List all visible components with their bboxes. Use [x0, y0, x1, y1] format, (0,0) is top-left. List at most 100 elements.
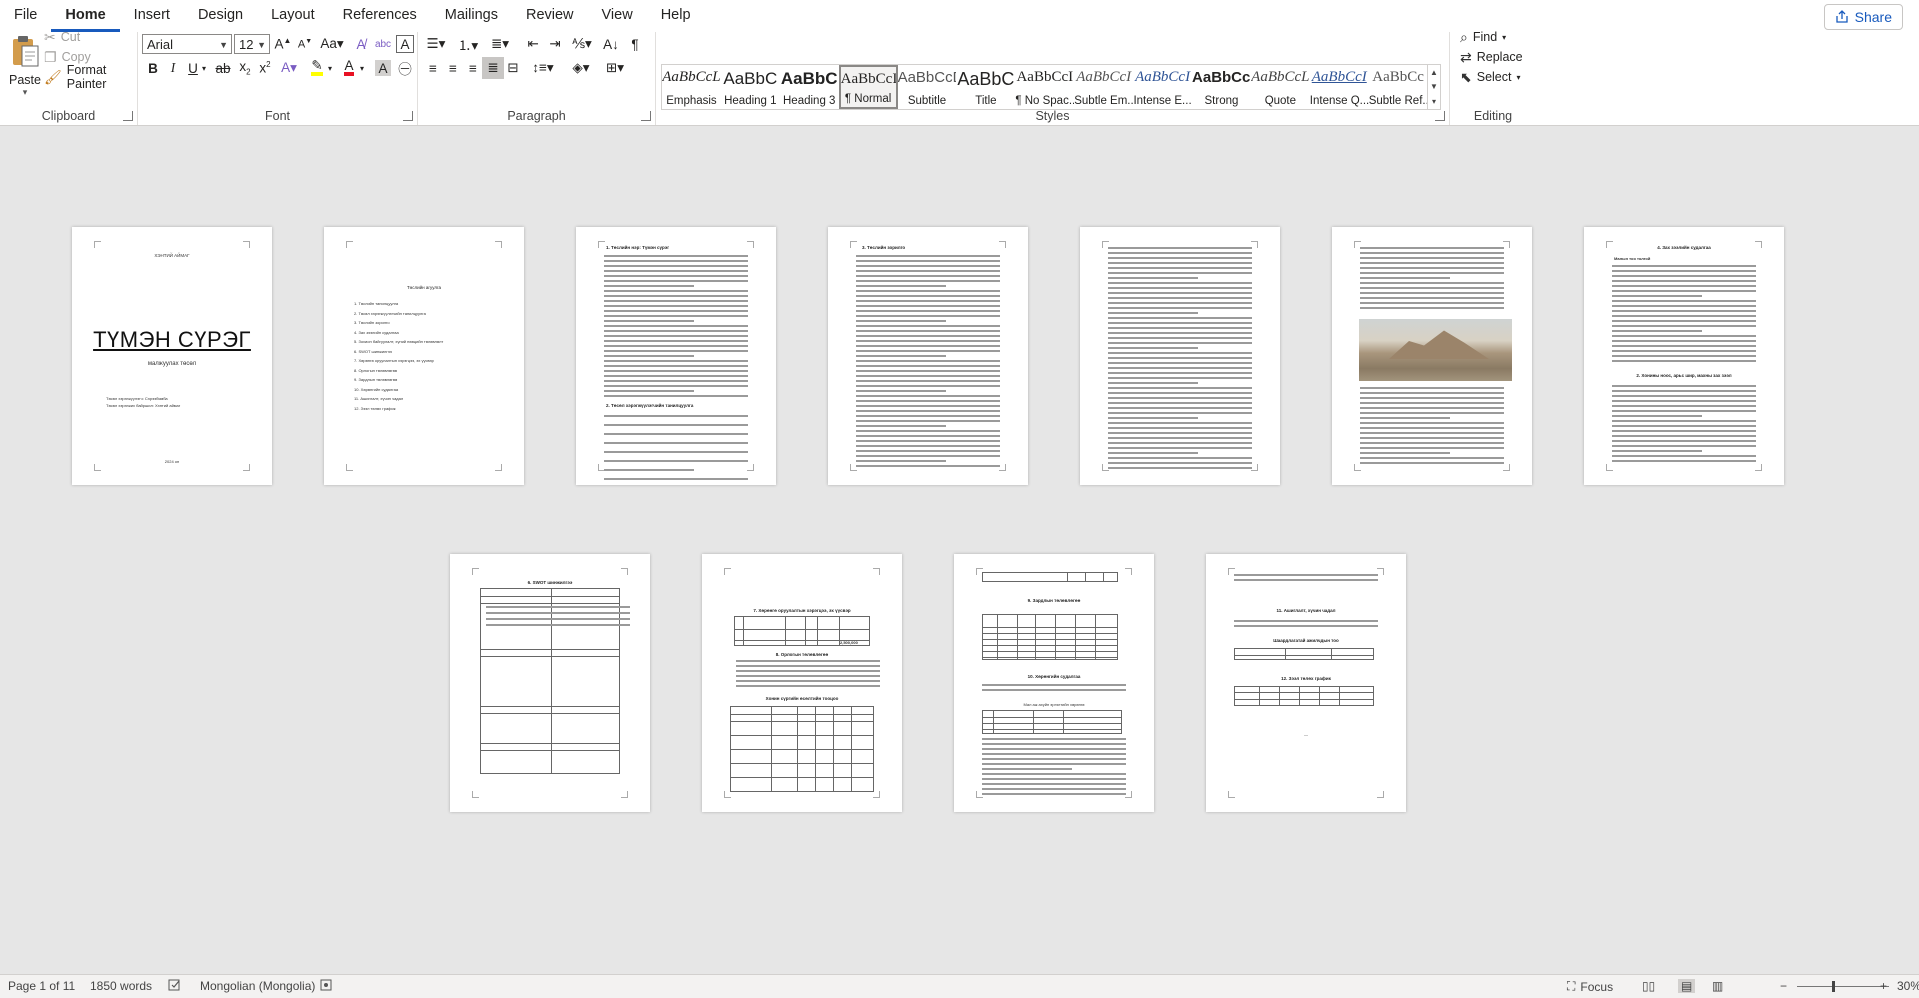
style-item[interactable]: AaBbCcI Subtle Em... — [1074, 65, 1133, 109]
toc-item[interactable]: 2. Төсөл хэрэгжүүлэгчийн танилцуулга — [354, 311, 426, 316]
style-item[interactable]: AaBbCcI Intense E... — [1133, 65, 1192, 109]
tab-mailings[interactable]: Mailings — [431, 0, 512, 32]
select-button[interactable]: ⬉ Select ▾ — [1460, 67, 1521, 87]
tab-layout[interactable]: Layout — [257, 0, 329, 32]
underline-dropdown[interactable]: ▾ — [198, 57, 210, 79]
toc-item[interactable]: 11. Ашиглалт, хүчин чадал — [354, 396, 403, 401]
tab-view[interactable]: View — [588, 0, 647, 32]
change-case-button[interactable]: Aa▾ — [318, 33, 346, 55]
language-indicator[interactable]: Mongolian (Mongolia) — [200, 979, 315, 993]
page-6[interactable] — [1332, 227, 1532, 485]
shrink-font-button[interactable]: A▼ — [294, 33, 316, 55]
numbering-button[interactable]: ⒈▾ — [454, 33, 482, 55]
clear-formatting-button[interactable]: A̸ — [350, 33, 372, 55]
replace-button[interactable]: ⇄ Replace — [1460, 47, 1523, 67]
style-item[interactable]: AaBbC Heading 1 — [721, 65, 780, 109]
grow-font-button[interactable]: A▲ — [272, 33, 294, 55]
paragraph-launcher-icon[interactable] — [641, 111, 651, 121]
tab-review[interactable]: Review — [512, 0, 588, 32]
chevron-down-icon[interactable]: ▼ — [1430, 82, 1438, 91]
italic-button[interactable]: I — [162, 57, 184, 79]
zoom-in-icon[interactable]: + — [1880, 979, 1887, 993]
superscript-button[interactable]: x2 — [254, 57, 276, 79]
toc-item[interactable]: 12. Зээл төлөх график — [354, 406, 395, 411]
distributed-button[interactable]: ⊟ — [502, 57, 524, 79]
more-styles-icon[interactable]: ▾ — [1432, 97, 1436, 106]
format-painter-button[interactable]: 🖌 Format Painter — [44, 63, 137, 91]
toc-item[interactable]: 5. Зохион байгуулалт, хүний нөөцийн төлө… — [354, 339, 443, 344]
toc-item[interactable]: 4. Зах зээлийн судалгаа — [354, 330, 399, 335]
find-button[interactable]: ⌕ Find ▾ — [1460, 27, 1506, 47]
page-2[interactable]: Төслийн агуулга 1. Төслийн танилцуулга 2.… — [324, 227, 524, 485]
style-item[interactable]: AaBbCcL Emphasis — [662, 65, 721, 109]
borders-button[interactable]: ⊞▾ — [600, 57, 630, 79]
clipboard-launcher-icon[interactable] — [123, 111, 133, 121]
style-item[interactable]: AaBbCcl Strong — [1192, 65, 1251, 109]
zoom-out-icon[interactable]: − — [1780, 979, 1787, 993]
styles-gallery-scroll[interactable]: ▲ ▼ ▾ — [1427, 64, 1441, 110]
word-count[interactable]: 1850 words — [90, 979, 152, 993]
focus-button[interactable]: ⛶ Focus — [1567, 979, 1613, 994]
font-color-dropdown[interactable]: ▾ — [356, 57, 368, 79]
tab-insert[interactable]: Insert — [120, 0, 184, 32]
text-effects-button[interactable]: A▾ — [278, 57, 300, 79]
read-mode-icon[interactable]: ▯▯ — [1642, 979, 1655, 993]
toc-item[interactable]: 1. Төслийн танилцуулга — [354, 301, 398, 306]
character-border-button[interactable]: A — [396, 35, 414, 53]
increase-indent-button[interactable]: ⇥ — [544, 33, 566, 55]
zoom-level[interactable]: 30% — [1897, 979, 1919, 993]
font-size-combo[interactable]: 12 ▼ — [234, 34, 270, 54]
toc-item[interactable]: 7. Хөрөнгө оруулалтын хэрэгцээ, эх үүсвэ… — [354, 358, 434, 363]
page-3[interactable]: 1. Төслийн нэр: Түмэн сүрэг 2. Төсөл хэр… — [576, 227, 776, 485]
page-count[interactable]: Page 1 of 11 — [8, 979, 75, 993]
align-right-button[interactable]: ≡ — [462, 57, 484, 79]
show-formatting-button[interactable]: ¶ — [624, 33, 646, 55]
align-left-button[interactable]: ≡ — [422, 57, 444, 79]
strikethrough-button[interactable]: ab — [212, 57, 234, 79]
page-11[interactable]: 11. Ашиглалт, хүчин чадал Шаардлагатай а… — [1206, 554, 1406, 812]
justify-button[interactable]: ≣ — [482, 57, 504, 79]
style-item[interactable]: AaBbCcI ¶ Normal — [838, 65, 898, 109]
phonetic-guide-button[interactable]: abc — [372, 33, 394, 55]
style-item[interactable]: AaBbCcI ¶ No Spac... — [1015, 65, 1074, 109]
subscript-button[interactable]: x2 — [234, 57, 256, 79]
accessibility-icon[interactable] — [320, 979, 332, 991]
bullets-button[interactable]: ☰▾ — [422, 33, 450, 55]
bold-button[interactable]: B — [142, 57, 164, 79]
page-8[interactable]: 6. SWOT шинжилгээ — [450, 554, 650, 812]
style-item[interactable]: AaBbCcI Intense Q... — [1310, 65, 1369, 109]
style-item[interactable]: AaBbC Heading 3 — [780, 65, 839, 109]
paste-dropdown-icon[interactable]: ▾ — [8, 87, 42, 98]
style-item[interactable]: AaBbCcL Quote — [1251, 65, 1310, 109]
toc-item[interactable]: 10. Хөрөнгийн судалгаа — [354, 387, 398, 392]
page-1[interactable]: ХЭНТИЙ АЙМАГ ТҮМЭН СҮРЭГ малжуулах төсөл… — [72, 227, 272, 485]
style-item[interactable]: AaBbCc Subtle Ref... — [1369, 65, 1428, 109]
font-name-combo[interactable]: Arial ▼ — [142, 34, 232, 54]
share-button[interactable]: Share — [1823, 4, 1903, 30]
asian-layout-button[interactable]: ⅍▾ — [568, 33, 596, 55]
page-7[interactable]: 4. Зах зээлийн судалгаа Малын тоо толгой… — [1584, 227, 1784, 485]
highlight-dropdown[interactable]: ▾ — [324, 57, 336, 79]
tab-help[interactable]: Help — [647, 0, 705, 32]
styles-launcher-icon[interactable] — [1435, 111, 1445, 121]
font-launcher-icon[interactable] — [403, 111, 413, 121]
page-4[interactable]: 3. Төслийн зорилго — [828, 227, 1028, 485]
character-shading-button[interactable]: A — [375, 60, 391, 76]
style-item[interactable]: AaBbC Title — [956, 65, 1015, 109]
document-canvas[interactable]: ХЭНТИЙ АЙМАГ ТҮМЭН СҮРЭГ малжуулах төсөл… — [0, 126, 1919, 974]
line-spacing-button[interactable]: ↕≡▾ — [528, 57, 558, 79]
tab-references[interactable]: References — [329, 0, 431, 32]
web-layout-icon[interactable]: ▥ — [1712, 979, 1723, 993]
cut-button[interactable]: ✂ Cut — [44, 27, 80, 47]
zoom-slider[interactable] — [1797, 986, 1889, 987]
zoom-slider-thumb[interactable] — [1832, 981, 1835, 992]
toc-item[interactable]: 6. SWOT шинжилгээ — [354, 349, 392, 354]
proofing-icon[interactable] — [168, 979, 182, 991]
chevron-up-icon[interactable]: ▲ — [1430, 68, 1438, 77]
toc-item[interactable]: 9. Зардлын төлөвлөгөө — [354, 377, 397, 382]
style-item[interactable]: AaBbCcD Subtitle — [898, 65, 957, 109]
tab-design[interactable]: Design — [184, 0, 257, 32]
print-layout-icon[interactable]: ▤ — [1678, 979, 1696, 993]
toc-item[interactable]: 8. Орлогын төлөвлөгөө — [354, 368, 397, 373]
page-5[interactable] — [1080, 227, 1280, 485]
